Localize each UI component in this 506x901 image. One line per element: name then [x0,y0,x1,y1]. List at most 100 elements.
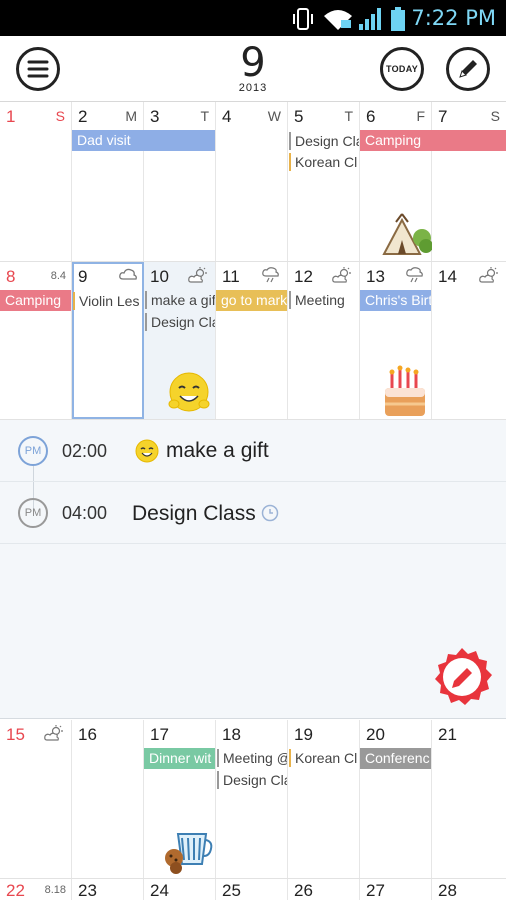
day-number: 25 [222,881,241,900]
weekday-label: S [55,108,65,124]
signal-icon [359,8,381,30]
happy-emoji-icon [135,439,159,463]
event-violin-lesson[interactable]: Violin Les [73,292,141,310]
day-cell[interactable]: 1 S [0,102,72,261]
week-row: 1 S 2 M 3 T 4 W 5 T Design Cla Korean Cl… [0,102,506,262]
pencil-badge-icon [435,648,492,705]
day-cell[interactable]: 21 [432,720,506,878]
agenda-time: 02:00 [62,441,108,461]
day-cell[interactable]: 10 make a gif Design Cla [144,262,216,419]
day-cell[interactable]: 6 F [360,102,432,261]
day-cell-selected[interactable]: 9 Violin Les [72,262,144,419]
day-number: 6 [366,107,376,126]
weekday-label: W [267,108,281,124]
new-event-button[interactable] [446,47,490,91]
day-cell[interactable]: 24 [144,879,216,900]
agenda-title: Design Class [132,502,256,525]
happy-emoji-sticker-icon [168,372,210,412]
day-cell[interactable]: 25 [216,879,288,900]
cookies-mug-sticker-icon [165,833,213,874]
event-design-class[interactable]: Design Cla [289,132,359,150]
day-number: 5 [294,107,304,126]
day-cell[interactable]: 12 Meeting [288,262,360,419]
day-number: 12 [294,267,313,286]
status-bar: 7:22 PM [0,0,506,36]
calendar-header: 9 2013 TODAY [0,36,506,102]
day-number: 27 [366,881,385,900]
day-cell[interactable]: 2 M [72,102,144,261]
sun-cloud-icon [44,725,63,741]
event-go-to-market[interactable]: go to mark [216,290,287,311]
event-meeting[interactable]: Meeting @ [217,749,287,767]
weekday-label: T [344,108,353,124]
week-row: 15 16 17 18 Meeting @ Design Cla 19 Kore… [0,720,506,879]
sun-cloud-icon [188,267,207,283]
agenda-item[interactable]: PM 02:00 make a gift [0,420,506,482]
day-cell[interactable]: 22 8.18 [0,879,72,900]
event-korean-class[interactable]: Korean Cl [289,749,359,767]
event-chris-birthday[interactable]: Chris's Birt [360,290,431,311]
event-dad-visit[interactable]: Dad visit [72,130,215,151]
add-event-fab[interactable] [430,646,494,710]
wifi-lock-icon [324,10,352,30]
day-cell[interactable]: 4 W [216,102,288,261]
day-number: 2 [78,107,88,126]
day-number: 4 [222,107,232,126]
day-cell[interactable]: 5 T Design Cla Korean Cl [288,102,360,261]
event-design-class[interactable]: Design Cla [217,771,287,789]
day-cell[interactable]: 26 [288,879,360,900]
day-number: 26 [294,881,313,900]
day-number: 19 [294,725,313,744]
event-make-gift[interactable]: make a gif [145,291,215,309]
today-button[interactable]: TODAY [380,47,424,91]
day-cell[interactable]: 8 8.4 [0,262,72,419]
event-dinner[interactable]: Dinner wit [144,748,215,769]
day-cell[interactable]: 20 [360,720,432,878]
tent-sticker-icon [382,213,432,255]
day-number: 9 [78,267,88,286]
day-number: 18 [222,725,241,744]
cloud-icon [119,268,137,280]
day-cell[interactable]: 3 T [144,102,216,261]
day-cell[interactable]: 23 [72,879,144,900]
birthday-cake-sticker-icon [385,365,425,416]
day-number: 10 [150,267,169,286]
ampm-badge: PM [18,498,48,528]
agenda-item[interactable]: PM 04:00 Design Class [0,482,506,544]
day-cell[interactable]: 14 [432,262,506,419]
day-cell[interactable]: 7 S [432,102,506,261]
day-cell[interactable]: 11 [216,262,288,419]
day-cell[interactable]: 15 [0,720,72,878]
weekday-label: T [200,108,209,124]
day-number: 20 [366,725,385,744]
vibrate-icon [293,8,313,30]
day-number: 23 [78,881,97,900]
day-number: 15 [6,725,25,744]
event-camping[interactable]: Camping [0,290,71,311]
day-number: 8 [6,267,16,286]
rain-icon [262,267,279,283]
event-design-class[interactable]: Design Cla [145,313,215,331]
sun-cloud-icon [332,267,351,283]
day-number: 21 [438,725,457,744]
day-cell[interactable]: 27 [360,879,432,900]
event-conference[interactable]: Conferenc [360,748,431,769]
day-cell[interactable]: 17 [144,720,216,878]
event-camping[interactable]: Camping [360,130,506,151]
day-number: 13 [366,267,385,286]
month-title[interactable]: 9 [0,42,506,84]
week-row: 8 8.4 9 Violin Les 10 make a gif Design … [0,262,506,420]
event-meeting[interactable]: Meeting [289,291,359,309]
day-cell[interactable]: 16 [72,720,144,878]
day-cell[interactable]: 18 Meeting @ Design Cla [216,720,288,878]
lunar-date: 8.18 [44,884,66,896]
day-cell[interactable]: 13 [360,262,432,419]
day-cell[interactable]: 19 Korean Cl [288,720,360,878]
day-cell[interactable]: 28 [432,879,506,900]
battery-icon [391,7,405,31]
year-label: 2013 [238,82,268,94]
week-row: 22 8.18 23 24 25 26 27 28 [0,879,506,900]
event-korean-class[interactable]: Korean Cl [289,153,359,171]
day-number: 28 [438,881,457,900]
weekday-label: M [125,108,137,124]
